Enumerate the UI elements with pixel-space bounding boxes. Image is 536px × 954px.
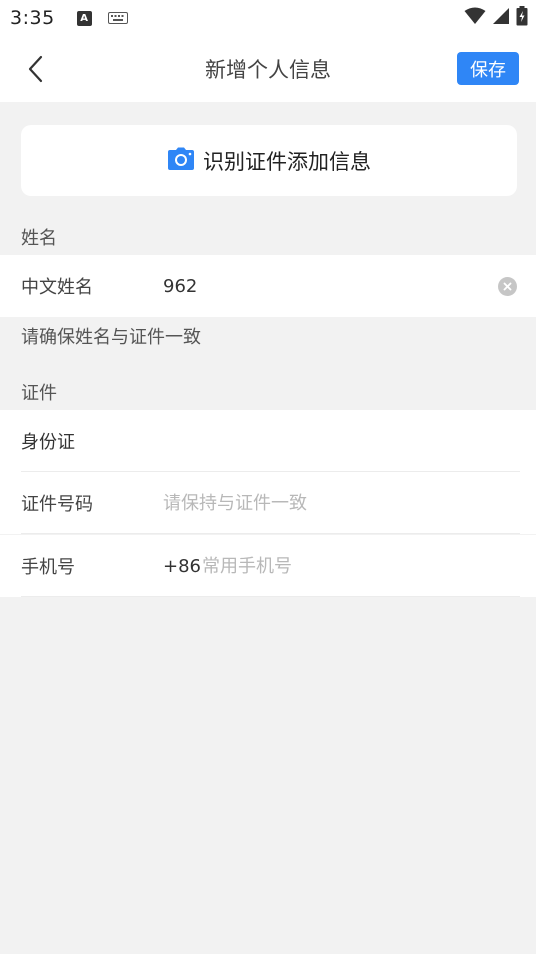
keyboard-icon bbox=[107, 9, 128, 28]
wifi-icon bbox=[464, 7, 486, 29]
divider bbox=[21, 533, 520, 534]
scan-id-button[interactable]: 识别证件添加信息 bbox=[21, 125, 517, 196]
clear-name-button[interactable] bbox=[498, 276, 517, 296]
name-section-label: 姓名 bbox=[21, 228, 57, 249]
id-number-label: 证件号码 bbox=[21, 494, 93, 515]
navigation-bar: 新增个人信息 保存 bbox=[0, 36, 536, 102]
phone-input[interactable] bbox=[202, 555, 492, 577]
close-icon bbox=[503, 282, 512, 290]
phone-label: 手机号 bbox=[21, 557, 75, 578]
id-section-label: 证件 bbox=[21, 383, 57, 404]
id-number-row: 证件号码 bbox=[0, 472, 536, 534]
camera-icon bbox=[167, 147, 195, 175]
id-type-row[interactable]: 身份证 bbox=[0, 410, 536, 472]
name-hint: 请确保姓名与证件一致 bbox=[21, 327, 201, 348]
app-notification-icon: A bbox=[76, 10, 92, 26]
save-button[interactable]: 保存 bbox=[457, 52, 519, 85]
status-time: 3:35 bbox=[10, 7, 55, 29]
phone-row: 手机号 +86 bbox=[0, 535, 536, 597]
id-type-value: 身份证 bbox=[21, 432, 75, 453]
chinese-name-input[interactable]: 962 bbox=[163, 276, 197, 297]
chinese-name-label: 中文姓名 bbox=[21, 277, 93, 298]
scan-id-label: 识别证件添加信息 bbox=[203, 149, 371, 174]
status-bar: 3:35 A bbox=[0, 0, 536, 36]
phone-country-code[interactable]: +86 bbox=[163, 556, 201, 577]
page-title: 新增个人信息 bbox=[205, 58, 331, 82]
signal-icon bbox=[492, 7, 510, 29]
battery-icon bbox=[516, 6, 528, 30]
chinese-name-row: 中文姓名 962 bbox=[0, 255, 536, 317]
divider bbox=[21, 596, 520, 597]
id-number-input[interactable] bbox=[163, 492, 483, 514]
